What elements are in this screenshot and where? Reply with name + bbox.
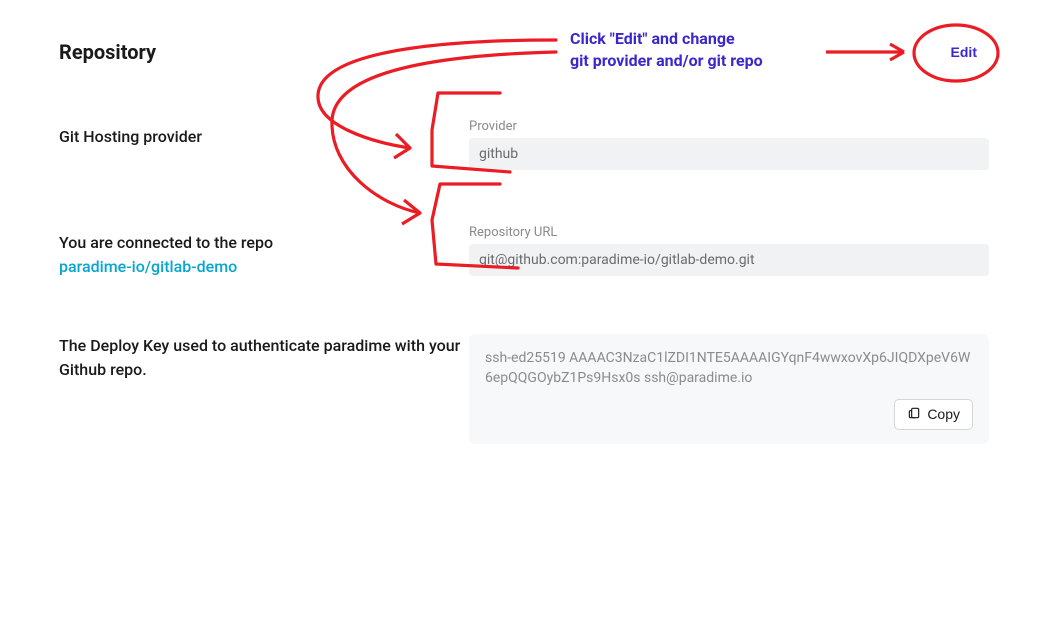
clipboard-icon: [907, 406, 921, 423]
copy-button-label: Copy: [927, 406, 960, 422]
repo-link[interactable]: paradime-io/gitlab-demo: [59, 257, 237, 276]
copy-button[interactable]: Copy: [894, 399, 973, 430]
provider-field-label: Provider: [469, 119, 989, 134]
deploy-key-label: The Deploy Key used to authenticate para…: [59, 334, 469, 382]
provider-input[interactable]: [469, 138, 989, 170]
deploy-key-text: ssh-ed25519 AAAAC3NzaC1lZDI1NTE5AAAAIGYq…: [485, 348, 973, 389]
page-title: Repository: [59, 40, 156, 64]
connected-repo-label: You are connected to the repo paradime-i…: [59, 231, 469, 279]
git-provider-label: Git Hosting provider: [59, 125, 469, 149]
repo-url-input[interactable]: [469, 244, 989, 276]
connected-repo-prefix: You are connected to the repo: [59, 233, 273, 252]
repo-url-field-label: Repository URL: [469, 225, 989, 240]
edit-button[interactable]: Edit: [943, 40, 985, 64]
deploy-key-box: ssh-ed25519 AAAAC3NzaC1lZDI1NTE5AAAAIGYq…: [469, 334, 989, 444]
